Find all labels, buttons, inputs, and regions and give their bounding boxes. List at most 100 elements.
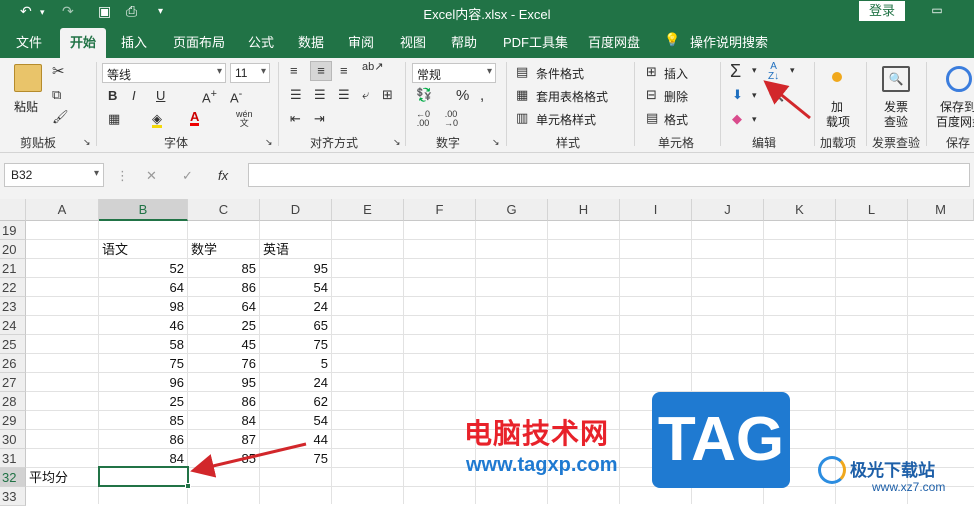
percent-icon[interactable]: % — [456, 88, 469, 103]
chevron-down-icon[interactable]: ▾ — [790, 66, 795, 75]
format-as-table-button[interactable]: 套用表格格式 — [536, 88, 608, 105]
merge-center-icon[interactable]: ⊞ — [382, 88, 393, 101]
decrease-decimal-icon[interactable]: .00 →0 — [444, 110, 458, 128]
fill-color-icon[interactable]: ◈ — [152, 112, 162, 128]
column-header[interactable]: C — [188, 199, 260, 221]
font-launcher-icon[interactable]: ↘ — [265, 138, 273, 147]
font-size-select[interactable]: 11 ▾ — [230, 63, 270, 83]
tab-review[interactable]: 审阅 — [348, 32, 374, 51]
tab-home[interactable]: 开始 — [60, 28, 107, 58]
tab-view[interactable]: 视图 — [400, 32, 426, 51]
table-cell[interactable]: 64 — [188, 297, 259, 316]
table-cell[interactable]: 86 — [99, 430, 187, 449]
selected-cell-b32[interactable] — [98, 466, 189, 487]
table-cell[interactable]: 25 — [188, 316, 259, 335]
table-cell[interactable]: 54 — [260, 278, 331, 297]
table-cell[interactable]: 64 — [99, 278, 187, 297]
ribbon-display-options-icon[interactable]: ▭ — [926, 0, 948, 22]
row-header[interactable]: 26 — [0, 354, 26, 373]
table-cell[interactable]: 75 — [260, 335, 331, 354]
column-header[interactable]: I — [620, 199, 692, 221]
cut-icon[interactable]: ✂ — [52, 64, 65, 79]
increase-indent-icon[interactable]: ⇥ — [314, 112, 325, 125]
addins-button-line2[interactable]: 载项 — [826, 113, 850, 130]
find-select-icon[interactable]: 🔍 — [768, 88, 784, 101]
column-header[interactable]: D — [260, 199, 332, 221]
table-cell[interactable]: 95 — [188, 373, 259, 392]
confirm-entry-icon[interactable]: ✓ — [182, 169, 193, 182]
table-cell[interactable]: 85 — [99, 411, 187, 430]
cell-styles-button[interactable]: 单元格样式 — [536, 111, 596, 128]
number-format-select[interactable]: 常规 ▾ — [412, 63, 496, 83]
row-header[interactable]: 21 — [0, 259, 26, 278]
table-cell[interactable]: 85 — [188, 449, 259, 468]
table-cell[interactable]: 58 — [99, 335, 187, 354]
row-header[interactable]: 19 — [0, 221, 26, 240]
cell-d20[interactable]: 英语 — [260, 240, 331, 259]
select-all-corner[interactable] — [0, 199, 26, 221]
copy-icon[interactable]: ⧉ — [52, 88, 61, 101]
table-cell[interactable]: 62 — [260, 392, 331, 411]
tab-formulas[interactable]: 公式 — [248, 32, 274, 51]
tab-data[interactable]: 数据 — [298, 32, 324, 51]
chevron-down-icon[interactable]: ▾ — [752, 66, 757, 75]
fill-handle[interactable] — [185, 483, 191, 489]
table-cell[interactable]: 86 — [188, 278, 259, 297]
table-cell[interactable]: 98 — [99, 297, 187, 316]
number-launcher-icon[interactable]: ↘ — [492, 138, 500, 147]
column-header[interactable]: K — [764, 199, 836, 221]
table-cell[interactable]: 87 — [188, 430, 259, 449]
chevron-down-icon[interactable]: ▾ — [752, 115, 757, 124]
name-box[interactable]: B32 ▾ — [4, 163, 104, 187]
sort-filter-icon[interactable]: A Z↓ — [768, 62, 779, 82]
row-header[interactable]: 31 — [0, 449, 26, 468]
align-right-icon[interactable]: ☰ — [338, 88, 350, 101]
row-header[interactable]: 28 — [0, 392, 26, 411]
column-header[interactable]: H — [548, 199, 620, 221]
table-cell[interactable]: 54 — [260, 411, 331, 430]
align-top-icon[interactable]: ≡ — [290, 64, 298, 77]
addins-icon[interactable] — [832, 72, 842, 82]
format-cells-button[interactable]: 格式 — [664, 111, 688, 128]
tell-me-search[interactable]: 操作说明搜索 — [690, 32, 768, 51]
borders-icon[interactable]: ▦ — [108, 112, 120, 125]
save-to-netdisk-line2[interactable]: 百度网盘 — [936, 113, 974, 130]
increase-font-icon[interactable]: A+ — [202, 89, 217, 105]
cell-a32[interactable]: 平均分 — [26, 468, 98, 487]
autosum-icon[interactable]: Σ — [730, 62, 741, 80]
login-button[interactable]: 登录 — [859, 1, 905, 21]
row-header[interactable]: 23 — [0, 297, 26, 316]
row-header[interactable]: 32 — [0, 468, 26, 487]
chevron-down-icon[interactable]: ▾ — [752, 91, 757, 100]
invoice-check-button-line2[interactable]: 查验 — [884, 113, 908, 130]
underline-icon[interactable]: U — [156, 89, 165, 102]
row-header[interactable]: 25 — [0, 335, 26, 354]
comma-style-icon[interactable]: , — [480, 88, 484, 103]
bold-icon[interactable]: B — [108, 89, 117, 102]
align-bottom-icon[interactable]: ≡ — [340, 64, 348, 77]
row-header[interactable]: 24 — [0, 316, 26, 335]
column-header[interactable]: F — [404, 199, 476, 221]
table-cell[interactable]: 24 — [260, 297, 331, 316]
chevron-down-icon[interactable]: ▾ — [94, 168, 99, 179]
row-header[interactable]: 30 — [0, 430, 26, 449]
column-header[interactable]: G — [476, 199, 548, 221]
cell-c20[interactable]: 数学 — [188, 240, 259, 259]
invoice-check-icon[interactable]: 🔍 — [882, 66, 910, 92]
row-header[interactable]: 29 — [0, 411, 26, 430]
table-cell[interactable]: 84 — [188, 411, 259, 430]
tab-file[interactable]: 文件 — [16, 32, 42, 51]
format-painter-icon[interactable]: 🖌 — [52, 110, 69, 123]
cancel-entry-icon[interactable]: ✕ — [146, 169, 157, 182]
tab-page-layout[interactable]: 页面布局 — [173, 32, 225, 51]
table-cell[interactable]: 24 — [260, 373, 331, 392]
table-cell[interactable]: 96 — [99, 373, 187, 392]
align-middle-icon[interactable]: ≡ — [310, 61, 332, 81]
increase-decimal-icon[interactable]: ←0.00 — [416, 110, 430, 128]
formula-input[interactable] — [248, 163, 970, 187]
table-cell[interactable]: 86 — [188, 392, 259, 411]
paste-icon[interactable] — [14, 64, 42, 92]
decrease-indent-icon[interactable]: ⇤ — [290, 112, 301, 125]
table-cell[interactable]: 76 — [188, 354, 259, 373]
table-cell[interactable]: 46 — [99, 316, 187, 335]
